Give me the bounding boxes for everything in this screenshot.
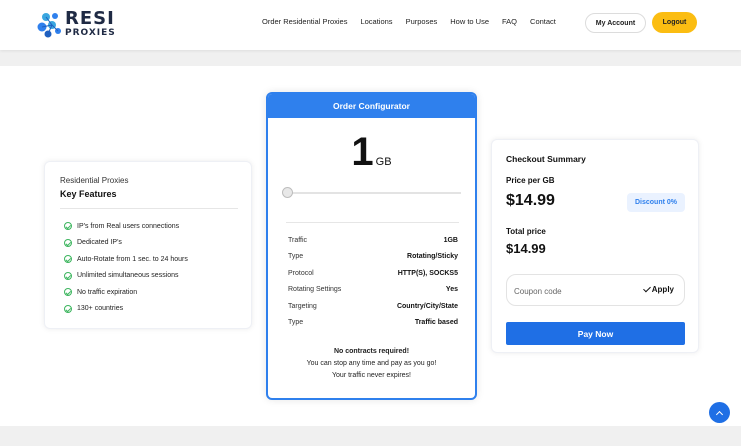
feature-item: Unlimited simultaneous sessions	[64, 268, 188, 285]
spec-label: Type	[288, 319, 304, 327]
feature-item: Dedicated IP's	[64, 235, 188, 252]
nav-order-residential-proxies[interactable]: Order Residential Proxies	[262, 17, 347, 26]
header-separator-band	[0, 50, 741, 66]
spec-value: Traffic based	[414, 319, 458, 327]
feature-item: Auto-Rotate from 1 sec. to 24 hours	[64, 251, 188, 268]
globe-network-logo-icon	[37, 13, 61, 38]
feature-text: IP's from Real users connections	[77, 222, 180, 230]
nav-faq[interactable]: FAQ	[502, 17, 517, 26]
check-circle-icon	[64, 255, 72, 264]
nav-how-to-use[interactable]: How to Use	[450, 17, 489, 26]
spec-label: Protocol	[288, 269, 314, 277]
contract-note-heading: No contracts required!	[333, 348, 410, 355]
spec-value: Country/City/State	[396, 302, 458, 310]
scroll-to-top-button[interactable]	[709, 402, 730, 423]
pay-now-button[interactable]: Pay Now	[506, 322, 685, 345]
spec-label: Type	[288, 253, 304, 261]
features-subtitle: Residential Proxies	[60, 176, 129, 185]
feature-text: Auto-Rotate from 1 sec. to 24 hours	[77, 255, 188, 263]
feature-text: No traffic expiration	[77, 288, 138, 296]
traffic-amount-display: 1 GB	[268, 130, 475, 175]
site-header: RESI PROXIES Order Residential Proxies L…	[0, 0, 741, 50]
price-per-gb-value: $14.99	[506, 192, 555, 209]
check-circle-icon	[64, 288, 72, 297]
spec-row: Rotating Settings Yes	[288, 282, 458, 299]
check-circle-icon	[64, 271, 72, 280]
spec-row: Type Rotating/Sticky	[288, 249, 458, 266]
total-price-value: $14.99	[506, 241, 546, 256]
configurator-divider	[286, 222, 459, 223]
brand-name: RESI	[65, 8, 115, 29]
features-divider	[60, 208, 238, 209]
total-price-label: Total price	[506, 227, 546, 236]
contract-note-line: You can stop any time and pay as you go!	[306, 360, 437, 367]
apply-coupon-button[interactable]: Apply	[642, 284, 674, 294]
checkout-summary-card: Checkout Summary Price per GB $14.99 Dis…	[491, 139, 699, 353]
discount-badge: Discount 0%	[627, 193, 685, 212]
my-account-button[interactable]: My Account	[585, 13, 646, 33]
feature-text: 130+ countries	[77, 305, 124, 313]
plan-specs-table: Traffic 1GB Type Rotating/Sticky Protocol H…	[288, 232, 458, 331]
spec-row: Protocol HTTP(S), SOCKS5	[288, 265, 458, 282]
nav-locations[interactable]: Locations	[360, 17, 392, 26]
brand-wordmark: RESI PROXIES	[65, 10, 116, 38]
check-circle-icon	[64, 238, 72, 247]
spec-value: HTTP(S), SOCKS5	[397, 269, 458, 277]
features-list: IP's from Real users connections Dedicat…	[64, 218, 188, 317]
price-per-gb-label: Price per GB	[506, 176, 555, 185]
spec-value: Rotating/Sticky	[407, 253, 458, 261]
nav-purposes[interactable]: Purposes	[406, 17, 438, 26]
contract-note: No contracts required! You can stop any …	[268, 346, 475, 382]
order-configurator-card: Order Configurator 1 GB Traffic 1GB Type Ro…	[266, 92, 477, 400]
logout-button[interactable]: Logout	[652, 12, 697, 33]
feature-item: No traffic expiration	[64, 284, 188, 301]
spec-label: Targeting	[288, 302, 317, 310]
contract-note-line: Your traffic never expires!	[332, 372, 411, 379]
feature-item: 130+ countries	[64, 301, 188, 318]
feature-text: Unlimited simultaneous sessions	[77, 272, 179, 280]
traffic-amount-value: 1	[351, 130, 374, 174]
traffic-slider-track[interactable]	[288, 192, 461, 194]
brand-tagline: PROXIES	[65, 28, 116, 38]
main-nav: Order Residential Proxies Locations Purp…	[262, 17, 569, 26]
spec-value: 1GB	[443, 236, 458, 244]
coupon-code-input[interactable]	[514, 284, 624, 298]
traffic-slider-handle[interactable]	[282, 187, 293, 198]
spec-label: Rotating Settings	[288, 286, 342, 294]
features-title: Key Features	[60, 189, 117, 199]
feature-item: IP's from Real users connections	[64, 218, 188, 235]
spec-row: Traffic 1GB	[288, 232, 458, 249]
apply-label: Apply	[651, 285, 674, 294]
brand-logo[interactable]: RESI PROXIES	[37, 8, 117, 40]
chevron-up-icon	[715, 410, 724, 418]
checkmark-icon	[642, 284, 651, 292]
traffic-amount-unit: GB	[375, 156, 392, 168]
spec-value: Yes	[445, 286, 458, 294]
spec-label: Traffic	[288, 236, 308, 244]
check-circle-icon	[64, 304, 72, 313]
footer-band	[0, 426, 741, 446]
check-circle-icon	[64, 222, 72, 231]
nav-contact[interactable]: Contact	[530, 17, 556, 26]
coupon-field: Apply	[506, 274, 685, 306]
spec-row: Targeting Country/City/State	[288, 298, 458, 315]
checkout-title: Checkout Summary	[506, 154, 586, 164]
key-features-card: Residential Proxies Key Features IP's fr…	[44, 161, 252, 329]
configurator-title: Order Configurator	[268, 94, 475, 118]
feature-text: Dedicated IP's	[77, 239, 122, 247]
spec-row: Type Traffic based	[288, 315, 458, 332]
